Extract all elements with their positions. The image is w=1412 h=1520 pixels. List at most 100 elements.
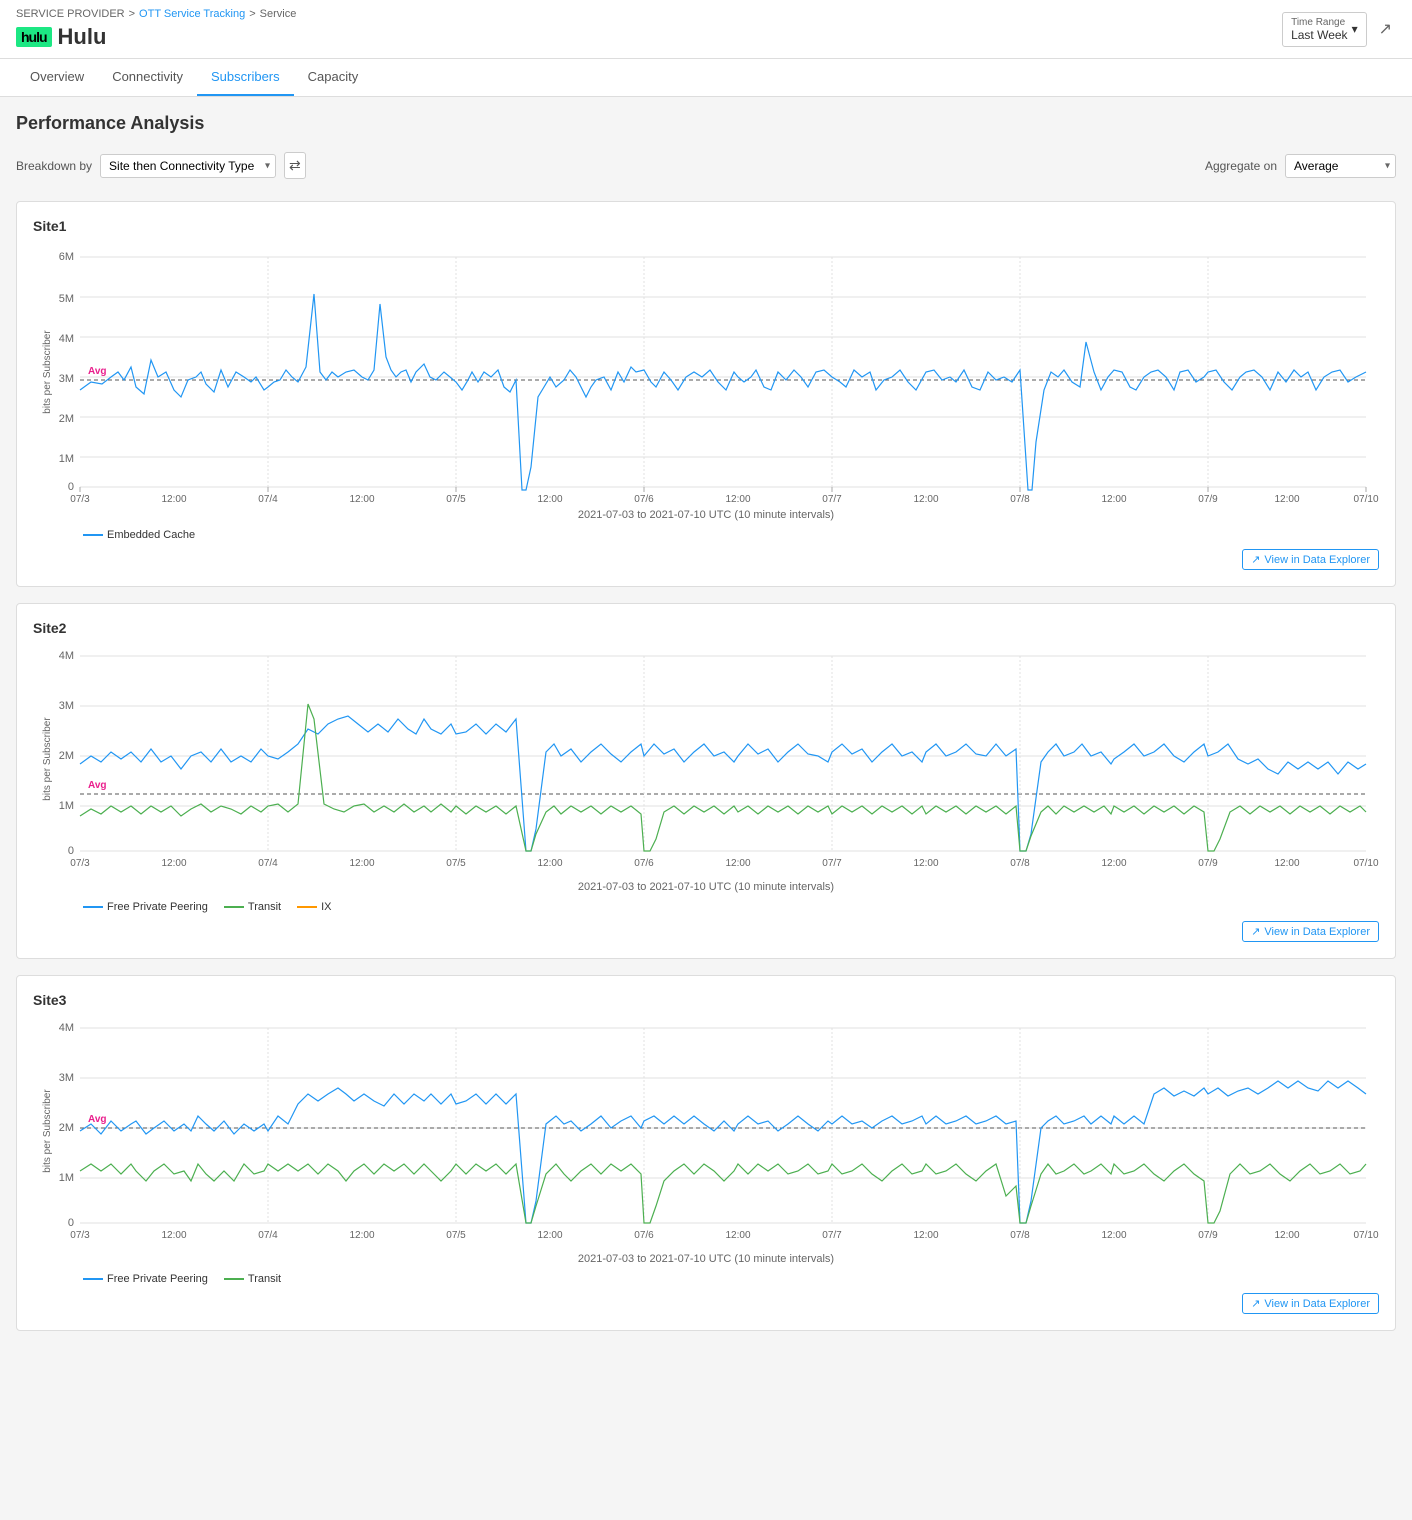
svg-text:07/3: 07/3 <box>70 858 90 869</box>
svg-text:12:00: 12:00 <box>1101 494 1126 502</box>
time-range-value: Last Week <box>1291 28 1347 42</box>
aggregate-select[interactable]: Average Median 95th Percentile <box>1285 154 1396 178</box>
tab-capacity[interactable]: Capacity <box>294 59 373 96</box>
header-right: Time Range Last Week ▾ ↗ <box>1282 12 1396 47</box>
svg-text:07/6: 07/6 <box>634 858 654 869</box>
site2-view-explorer-area: ↗ View in Data Explorer <box>33 921 1379 942</box>
header-logo-area: SERVICE PROVIDER > OTT Service Tracking … <box>16 8 296 50</box>
svg-text:12:00: 12:00 <box>913 858 938 869</box>
breakdown-select-wrapper: Site then Connectivity Type <box>100 154 276 178</box>
breakdown-select[interactable]: Site then Connectivity Type <box>100 154 276 178</box>
legend-label-embedded-cache: Embedded Cache <box>107 529 195 541</box>
site1-container: 6M 5M 4M 3M 2M 1M 0 bits per Subscriber <box>33 242 1379 521</box>
breadcrumb-provider: SERVICE PROVIDER <box>16 8 125 20</box>
svg-text:Avg: Avg <box>88 1114 107 1125</box>
view-explorer-icon: ↗ <box>1251 553 1260 566</box>
svg-text:bits per Subscriber: bits per Subscriber <box>42 330 53 414</box>
svg-text:0: 0 <box>68 1217 74 1229</box>
svg-text:12:00: 12:00 <box>537 858 562 869</box>
header-left: SERVICE PROVIDER > OTT Service Tracking … <box>16 8 296 50</box>
swap-button[interactable]: ⇄ <box>284 152 306 179</box>
legend-line-transit-3 <box>224 1278 244 1280</box>
tab-subscribers[interactable]: Subscribers <box>197 59 294 96</box>
tab-overview[interactable]: Overview <box>16 59 98 96</box>
view-explorer-icon-3: ↗ <box>1251 1297 1260 1310</box>
legend-label-fpp-3: Free Private Peering <box>107 1273 208 1285</box>
svg-text:07/7: 07/7 <box>822 494 842 502</box>
svg-text:3M: 3M <box>59 373 74 385</box>
svg-text:07/9: 07/9 <box>1198 494 1218 502</box>
site2-view-explorer-button[interactable]: ↗ View in Data Explorer <box>1242 921 1379 942</box>
svg-text:07/4: 07/4 <box>258 858 278 869</box>
legend-line-fpp-3 <box>83 1278 103 1280</box>
svg-text:07/7: 07/7 <box>822 858 842 869</box>
site1-view-explorer-button[interactable]: ↗ View in Data Explorer <box>1242 549 1379 570</box>
site1-legend: Embedded Cache <box>83 529 1379 541</box>
svg-text:12:00: 12:00 <box>161 858 186 869</box>
svg-text:12:00: 12:00 <box>161 494 186 502</box>
breadcrumb-tracking[interactable]: OTT Service Tracking <box>139 8 245 20</box>
legend-item-free-private-peering-3: Free Private Peering <box>83 1273 208 1285</box>
svg-text:1M: 1M <box>59 453 74 465</box>
svg-text:Avg: Avg <box>88 780 107 791</box>
legend-line-embedded-cache <box>83 534 103 536</box>
svg-text:12:00: 12:00 <box>1101 1230 1126 1241</box>
logo-area: hulu Hulu <box>16 24 296 50</box>
breadcrumb-sep1: > <box>129 8 135 20</box>
nav-tabs: Overview Connectivity Subscribers Capaci… <box>0 59 1412 97</box>
svg-text:4M: 4M <box>59 650 74 662</box>
legend-line-fpp-2 <box>83 906 103 908</box>
time-range-selector[interactable]: Time Range Last Week ▾ <box>1282 12 1367 47</box>
toolbar-left: Breakdown by Site then Connectivity Type… <box>16 152 306 179</box>
svg-text:12:00: 12:00 <box>161 1230 186 1241</box>
svg-text:5M: 5M <box>59 293 74 305</box>
svg-text:07/5: 07/5 <box>446 494 466 502</box>
site2-view-explorer-label: View in Data Explorer <box>1264 926 1370 938</box>
aggregate-label: Aggregate on <box>1205 159 1277 173</box>
svg-text:07/9: 07/9 <box>1198 858 1218 869</box>
svg-text:12:00: 12:00 <box>1274 1230 1299 1241</box>
share-button[interactable]: ↗ <box>1375 15 1396 43</box>
svg-text:07/8: 07/8 <box>1010 858 1030 869</box>
site3-container: 4M 3M 2M 1M 0 bits per Subscriber Avg <box>33 1016 1379 1265</box>
logo-text: Hulu <box>58 24 107 50</box>
svg-text:07/10: 07/10 <box>1353 494 1378 502</box>
legend-label-ix-2: IX <box>321 901 331 913</box>
toolbar: Breakdown by Site then Connectivity Type… <box>16 146 1396 185</box>
page-content: Performance Analysis Breakdown by Site t… <box>0 97 1412 1363</box>
site2-chart-card: Site2 4M 3M 2M 1M 0 bits per Subscriber … <box>16 603 1396 959</box>
site3-legend: Free Private Peering Transit <box>83 1273 1379 1285</box>
site3-view-explorer-button[interactable]: ↗ View in Data Explorer <box>1242 1293 1379 1314</box>
legend-label-fpp-2: Free Private Peering <box>107 901 208 913</box>
legend-label-transit-3: Transit <box>248 1273 281 1285</box>
legend-item-transit-3: Transit <box>224 1273 281 1285</box>
site3-svg: 4M 3M 2M 1M 0 bits per Subscriber Avg <box>33 1016 1379 1246</box>
legend-item-transit-2: Transit <box>224 901 281 913</box>
svg-text:12:00: 12:00 <box>725 858 750 869</box>
site2-title: Site2 <box>33 620 1379 636</box>
legend-item-free-private-peering-2: Free Private Peering <box>83 901 208 913</box>
page-title: Performance Analysis <box>16 113 1396 134</box>
legend-line-transit-2 <box>224 906 244 908</box>
svg-text:07/8: 07/8 <box>1010 494 1030 502</box>
site1-title: Site1 <box>33 218 1379 234</box>
svg-text:07/6: 07/6 <box>634 494 654 502</box>
svg-text:6M: 6M <box>59 251 74 263</box>
site1-view-explorer-label: View in Data Explorer <box>1264 554 1370 566</box>
svg-text:1M: 1M <box>59 1172 74 1184</box>
svg-text:Avg: Avg <box>88 366 107 377</box>
svg-text:07/6: 07/6 <box>634 1230 654 1241</box>
breadcrumb-sep2: > <box>249 8 255 20</box>
svg-text:12:00: 12:00 <box>1274 858 1299 869</box>
svg-text:1M: 1M <box>59 800 74 812</box>
svg-text:3M: 3M <box>59 700 74 712</box>
time-range-label: Time Range <box>1291 17 1347 28</box>
legend-line-ix-2 <box>297 906 317 908</box>
svg-text:07/10: 07/10 <box>1353 858 1378 869</box>
tab-connectivity[interactable]: Connectivity <box>98 59 197 96</box>
svg-text:4M: 4M <box>59 1022 74 1034</box>
site2-container: 4M 3M 2M 1M 0 bits per Subscriber Avg <box>33 644 1379 893</box>
svg-text:12:00: 12:00 <box>537 494 562 502</box>
site1-chart-card: Site1 6M 5M 4M 3M 2M 1M 0 bits per Subsc… <box>16 201 1396 587</box>
toolbar-right: Aggregate on Average Median 95th Percent… <box>1205 154 1396 178</box>
